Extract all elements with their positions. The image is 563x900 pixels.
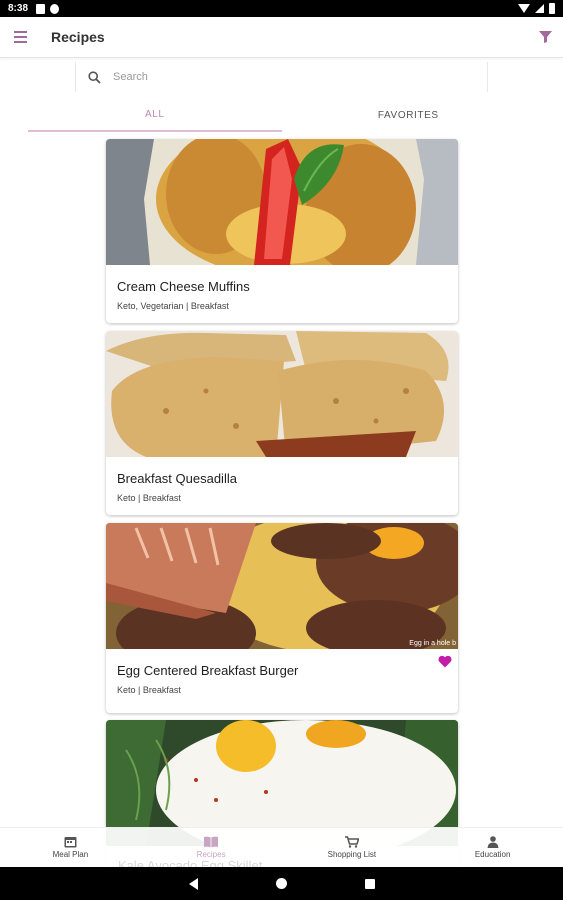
search-input[interactable] [113,71,413,83]
app-bar: Recipes [0,17,563,58]
search-bar[interactable] [75,62,488,92]
page-title: Recipes [51,29,105,45]
nav-education[interactable]: Education [422,828,563,867]
recipe-image: Egg in a hole b [106,523,458,649]
recipe-title: Cream Cheese Muffins [117,279,250,294]
battery-icon [549,3,555,14]
recipe-image [106,331,458,457]
filter-icon [538,31,552,43]
cart-icon [344,836,359,848]
nav-label: Shopping List [327,850,377,859]
tab-all[interactable]: ALL [28,98,282,132]
book-icon [204,836,219,848]
recipe-card[interactable]: Egg in a hole b Egg Centered Breakfast B… [106,523,458,713]
recipe-tags: Keto | Breakfast [117,685,181,695]
recipe-tags: Keto | Breakfast [117,493,181,503]
recipe-card[interactable]: Breakfast Quesadilla Keto | Breakfast [106,331,458,515]
search-icon [88,70,101,84]
recipe-card[interactable]: Cream Cheese Muffins Keto, Vegetarian | … [106,139,458,323]
nav-label: Meal Plan [52,850,89,859]
system-nav-bar [0,867,563,900]
calendar-icon [64,837,77,848]
recipe-tabs: ALL FAVORITES [28,98,535,132]
back-icon[interactable] [188,877,198,890]
menu-button[interactable] [0,17,40,58]
notification-icon [36,3,46,14]
wifi-icon [518,4,530,13]
person-icon [487,836,499,848]
nav-label: Education [474,850,511,859]
recents-icon[interactable] [364,878,375,889]
recipe-tags: Keto, Vegetarian | Breakfast [117,301,229,311]
hamburger-icon [13,31,27,33]
recipe-title: Egg Centered Breakfast Burger [117,663,299,678]
filter-button[interactable] [527,17,563,58]
nav-shopping-list[interactable]: Shopping List [282,828,423,867]
cellular-icon [535,4,544,13]
status-bar: 8:38 [0,0,563,17]
image-caption: Egg in a hole b [409,640,456,647]
notification-icon [50,3,60,14]
recipe-title: Breakfast Quesadilla [117,471,237,486]
status-time: 8:38 [8,3,29,14]
home-icon[interactable] [275,878,287,889]
heart-icon [438,655,452,668]
tab-favorites[interactable]: FAVORITES [282,98,536,132]
recipe-image [106,139,458,265]
bottom-navigation: Meal Plan Recipes Shopping List Educatio… [0,827,563,867]
favorite-button[interactable] [438,655,452,673]
